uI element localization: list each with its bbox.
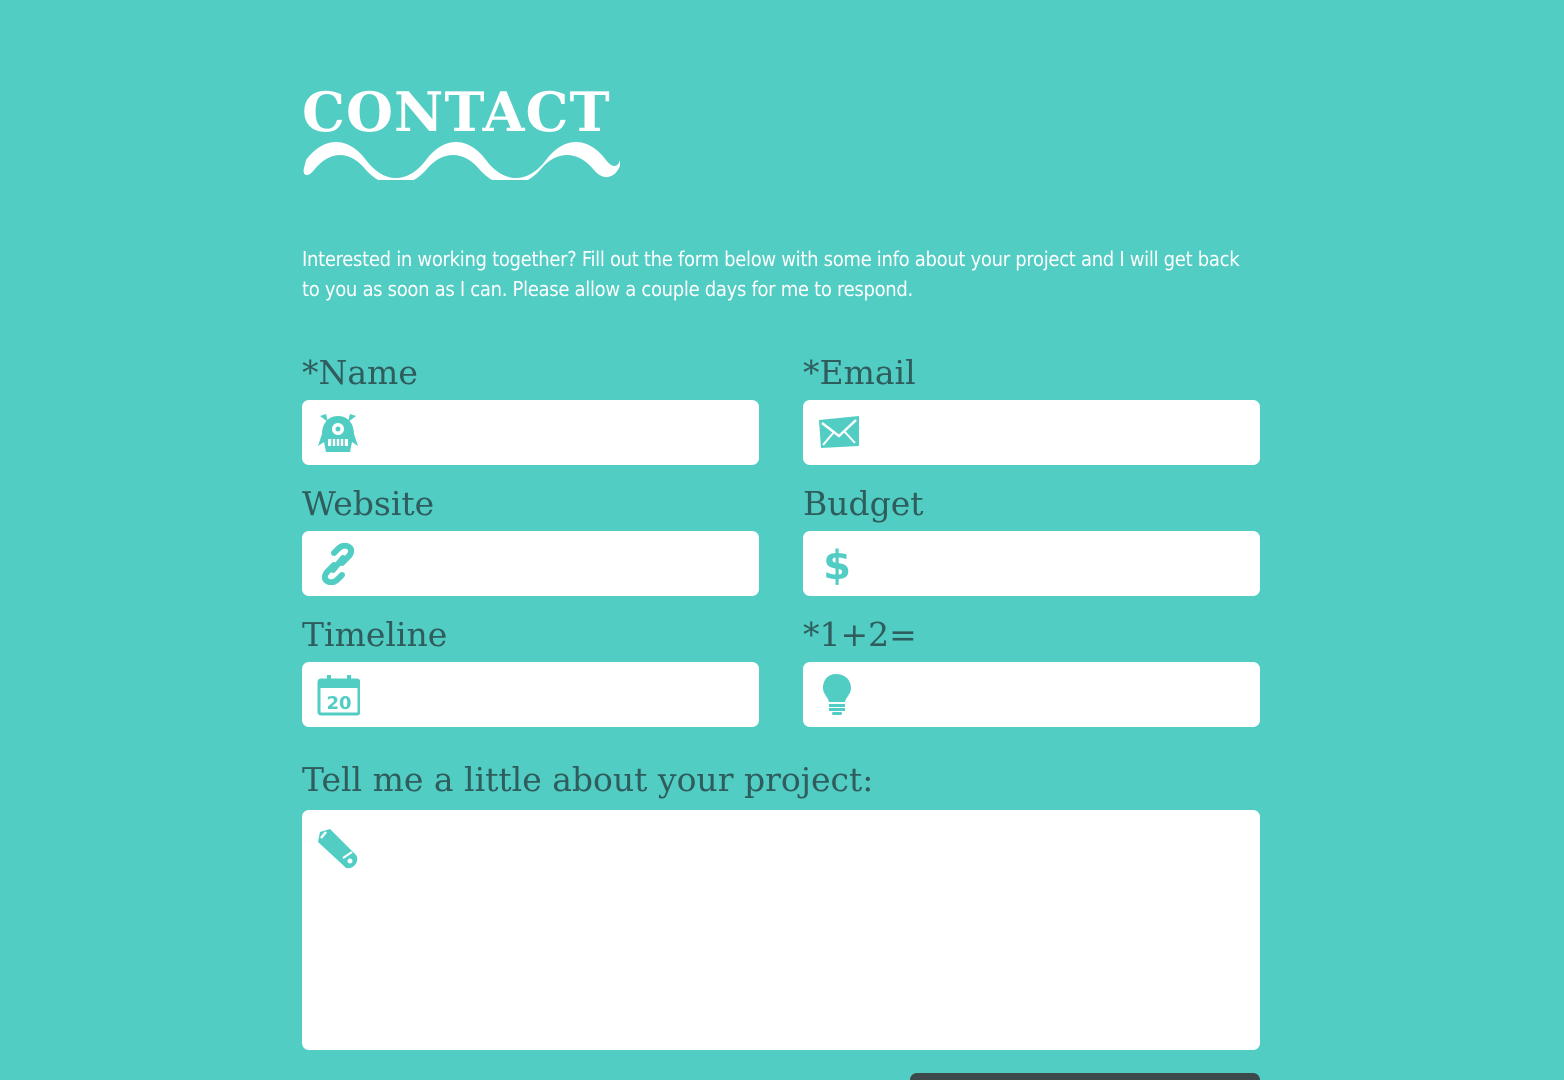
- email-label: *Email: [803, 353, 916, 392]
- lightbulb-icon: [823, 674, 851, 715]
- email-input[interactable]: [875, 400, 1245, 465]
- calendar-icon-text: 20: [326, 693, 351, 714]
- name-label: *Name: [302, 353, 418, 392]
- dollar-icon: $: [823, 543, 851, 585]
- pen-icon: [318, 829, 358, 869]
- website-field: Website: [302, 484, 759, 596]
- website-input-box: [302, 531, 759, 596]
- name-input[interactable]: [374, 400, 744, 465]
- message-label: Tell me a little about your project:: [302, 760, 874, 799]
- link-icon: [321, 543, 355, 585]
- captcha-label: *1+2=: [803, 615, 917, 654]
- message-input-box: [302, 810, 1260, 1050]
- name-field: *Name: [302, 353, 759, 465]
- captcha-input-box: [803, 662, 1260, 727]
- captcha-input[interactable]: [875, 662, 1245, 727]
- captcha-field: *1+2=: [803, 615, 1260, 727]
- email-field: *Email: [803, 353, 1260, 465]
- budget-field: Budget $: [803, 484, 1260, 596]
- submit-button[interactable]: [910, 1073, 1260, 1080]
- svg-text:$: $: [823, 543, 851, 585]
- name-input-box: [302, 400, 759, 465]
- timeline-label: Timeline: [302, 615, 448, 654]
- timeline-input-box: 20: [302, 662, 759, 727]
- intro-text: Interested in working together? Fill out…: [302, 247, 1240, 301]
- timeline-input[interactable]: [374, 662, 744, 727]
- message-field: Tell me a little about your project:: [302, 760, 1260, 1050]
- budget-input-box: $: [803, 531, 1260, 596]
- envelope-icon: [819, 416, 859, 448]
- budget-label: Budget: [803, 484, 924, 523]
- website-label: Website: [302, 484, 435, 523]
- budget-input[interactable]: [875, 531, 1245, 596]
- email-input-box: [803, 400, 1260, 465]
- timeline-field: Timeline 20: [302, 615, 759, 727]
- page-title: CONTACT: [302, 80, 611, 144]
- monster-icon: [318, 414, 358, 452]
- calendar-icon: 20: [317, 675, 360, 716]
- website-input[interactable]: [374, 531, 744, 596]
- wave-decoration: [303, 142, 620, 180]
- message-input[interactable]: [374, 824, 1248, 1038]
